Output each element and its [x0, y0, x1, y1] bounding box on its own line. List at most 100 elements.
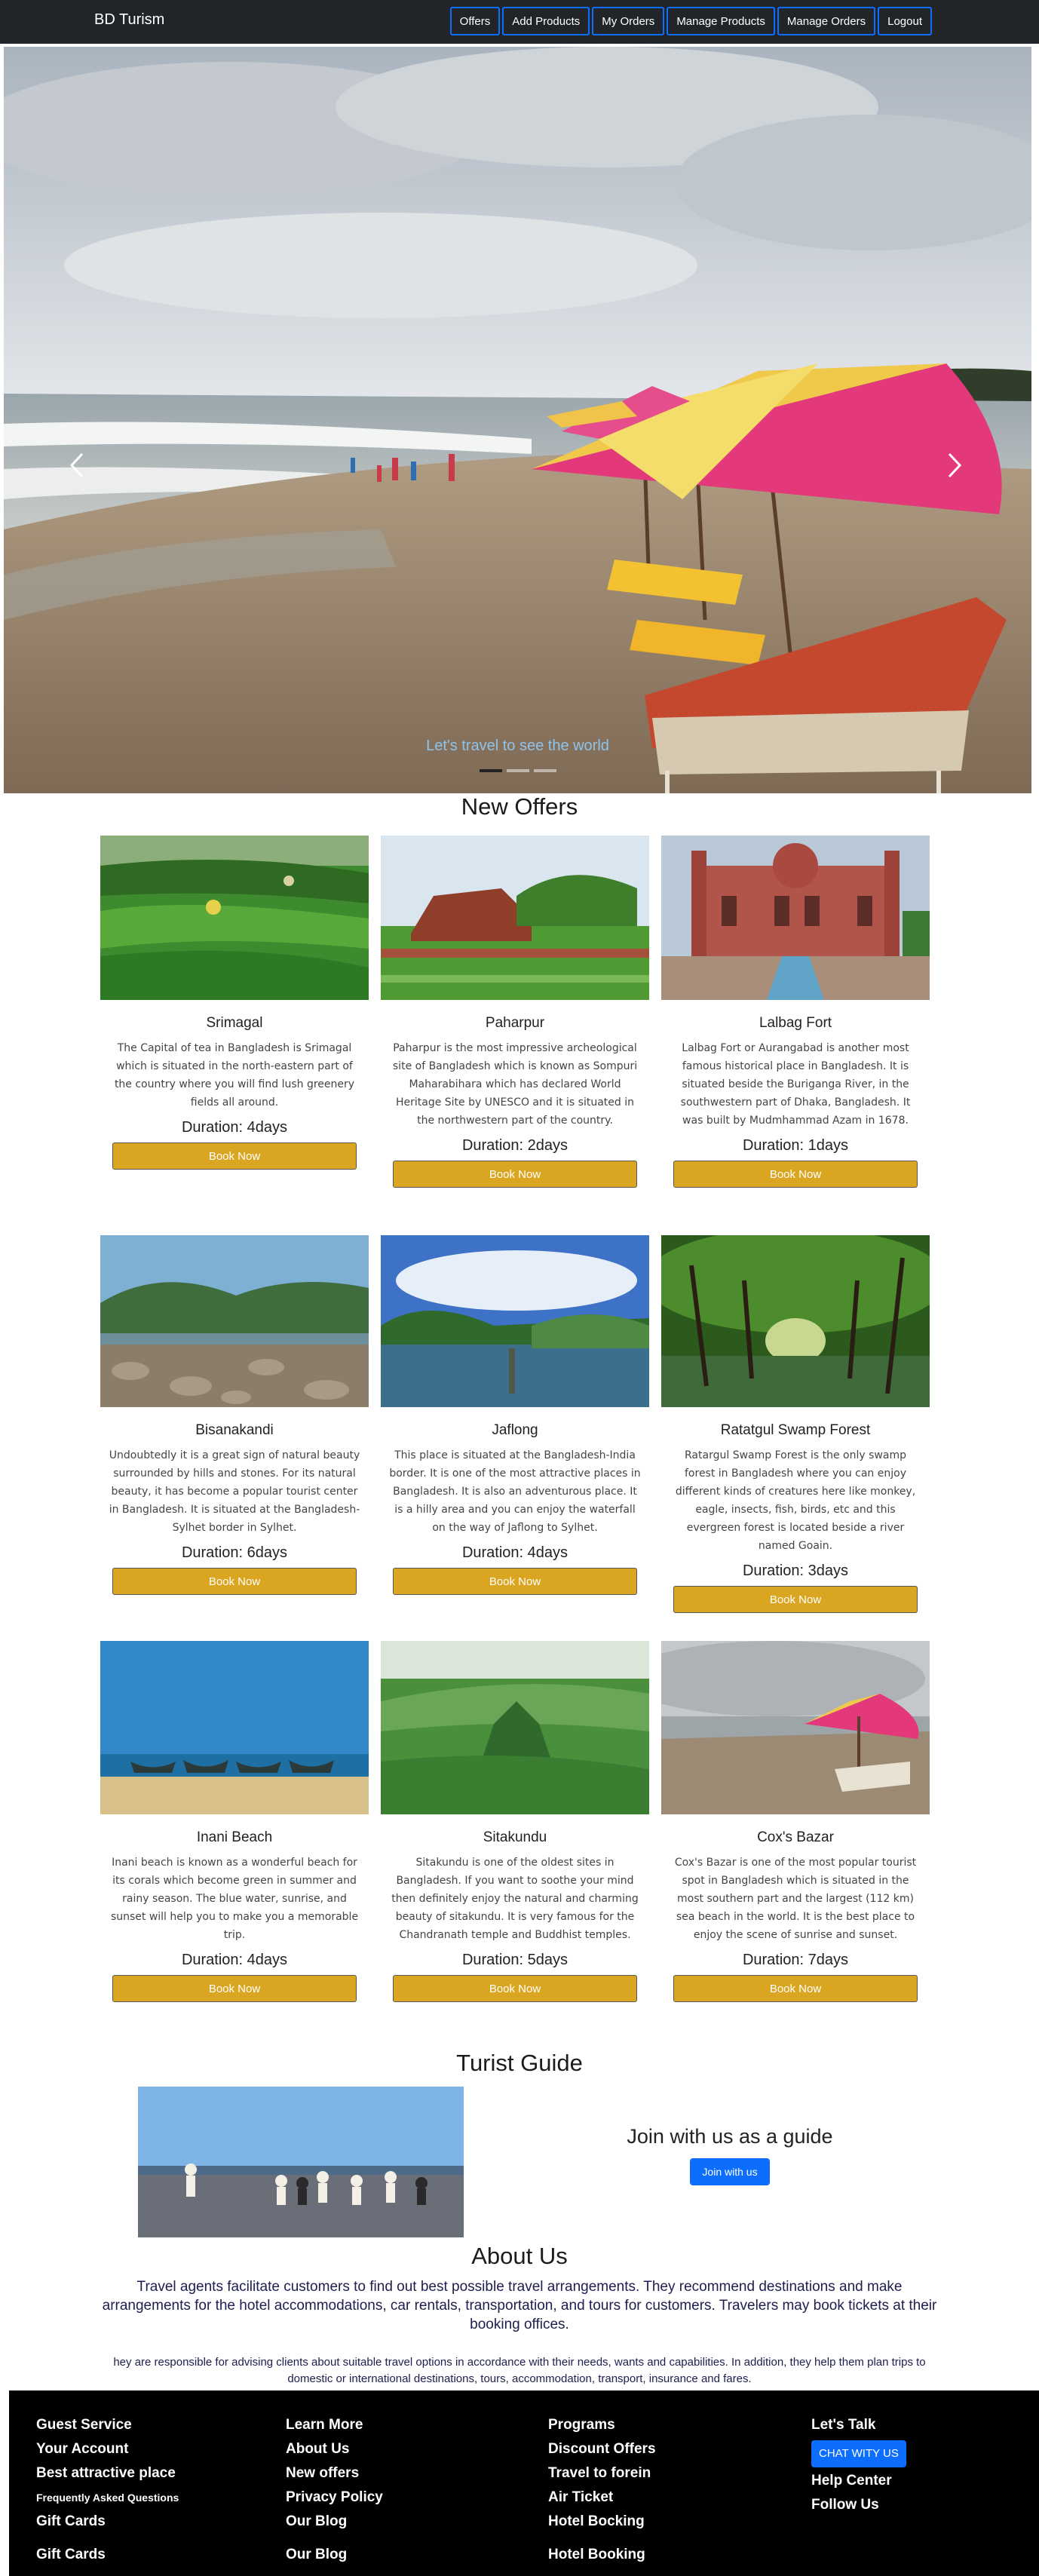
nav-link-logout[interactable]: Logout	[878, 7, 932, 35]
nav-link-manage-products[interactable]: Manage Products	[667, 7, 775, 35]
offer-title: Inani Beach	[196, 1829, 273, 1845]
book-now-button[interactable]: Book Now	[112, 1142, 357, 1170]
footer-link[interactable]: Guest Service	[36, 2413, 179, 2437]
offer-duration: Duration: 4days	[181, 1952, 288, 1968]
about-paragraph: Travel agents facilitate customers to fi…	[102, 2279, 937, 2332]
nav-link-add-products[interactable]: Add Products	[502, 7, 590, 35]
offer-image-coxs-bazar	[661, 1641, 930, 1814]
offer-image-sitakundu	[381, 1641, 649, 1814]
book-now-button[interactable]: Book Now	[673, 1586, 918, 1613]
offer-title: Cox's Bazar	[757, 1829, 834, 1845]
footer-link[interactable]: Travel to forein	[548, 2461, 656, 2486]
footer-column-programs: Programs Discount Offers Travel to forei…	[548, 2413, 656, 2567]
carousel-caption: Let's travel to see the world	[426, 738, 609, 754]
offer-description: Lalbag Fort or Aurangabad is another mos…	[680, 1042, 911, 1127]
footer-link[interactable]: About Us	[286, 2437, 383, 2461]
footer-link[interactable]: Hotel Bocking	[548, 2510, 656, 2534]
footer-column-guest: Guest Service Your Account Best attracti…	[36, 2413, 179, 2567]
brand-logo[interactable]: BD Turism	[94, 11, 164, 29]
offer-description: Ratargul Swamp Forest is the only swamp …	[675, 1449, 916, 1552]
nav-link-my-orders[interactable]: My Orders	[592, 7, 665, 35]
offer-duration: Duration: 1days	[742, 1137, 849, 1154]
guide-group-image	[138, 2087, 464, 2237]
new-offers-title: New Offers	[461, 793, 578, 820]
footer-heading: Let's Talk	[811, 2417, 876, 2433]
footer: Guest Service Your Account Best attracti…	[9, 2390, 1039, 2576]
book-now-button[interactable]: Book Now	[393, 1568, 637, 1595]
about-paragraph: hey are responsible for advising clients…	[113, 2356, 926, 2385]
footer-link[interactable]: Gift Cards	[36, 2543, 179, 2567]
offer-duration: Duration: 4days	[181, 1119, 288, 1136]
offer-description: Undoubtedly it is a great sign of natura…	[109, 1449, 360, 1534]
footer-link[interactable]: Our Blog	[286, 2510, 383, 2534]
carousel-indicator[interactable]	[533, 769, 556, 772]
footer-link[interactable]: Your Account	[36, 2437, 179, 2461]
footer-link[interactable]: Our Blog	[286, 2543, 383, 2567]
footer-link[interactable]: New offers	[286, 2461, 383, 2486]
offer-card: Lalbag Fort Lalbag Fort or Aurangabad is…	[661, 836, 930, 1188]
footer-link[interactable]: Air Ticket	[548, 2486, 656, 2510]
offer-title: Ratatgul Swamp Forest	[720, 1422, 871, 1438]
offer-card: Srimagal The Capital of tea in Banglades…	[100, 836, 369, 1170]
nav-link-manage-orders[interactable]: Manage Orders	[777, 7, 876, 35]
offer-card: Bisanakandi Undoubtedly it is a great si…	[100, 1235, 369, 1595]
offer-image-lalbag-fort	[661, 836, 930, 1000]
carousel-next-icon[interactable]	[939, 446, 969, 484]
footer-link[interactable]: Learn More	[286, 2413, 383, 2437]
carousel-prev-icon[interactable]	[63, 446, 93, 484]
offer-image-jaflong	[381, 1235, 649, 1407]
offer-title: Bisanakandi	[195, 1422, 274, 1438]
offer-description: Paharpur is the most impressive archeolo…	[392, 1042, 638, 1127]
book-now-button[interactable]: Book Now	[673, 1161, 918, 1188]
offer-duration: Duration: 2days	[461, 1137, 569, 1154]
footer-link[interactable]: Help Center	[811, 2469, 906, 2493]
footer-link[interactable]: Follow Us	[811, 2493, 906, 2517]
book-now-button[interactable]: Book Now	[393, 1975, 637, 2002]
offer-duration: Duration: 4days	[461, 1544, 569, 1561]
offer-description: Sitakundu is one of the oldest sites in …	[391, 1857, 639, 1941]
book-now-button[interactable]: Book Now	[112, 1975, 357, 2002]
offer-duration: Duration: 5days	[461, 1952, 569, 1968]
footer-link[interactable]: Discount Offers	[548, 2437, 656, 2461]
carousel-indicator[interactable]	[506, 769, 529, 772]
footer-link[interactable]: Best attractive place	[36, 2461, 179, 2486]
book-now-button[interactable]: Book Now	[673, 1975, 918, 2002]
offer-image-paharpur	[381, 836, 649, 1000]
turist-guide-title: Turist Guide	[456, 2050, 583, 2076]
offer-card: Cox's Bazar Cox's Bazar is one of the mo…	[661, 1641, 930, 2002]
about-us-title: About Us	[471, 2243, 568, 2269]
book-now-button[interactable]: Book Now	[393, 1161, 637, 1188]
offer-title: Sitakundu	[483, 1829, 547, 1845]
offer-card: Jaflong This place is situated at the Ba…	[381, 1235, 649, 1595]
nav-link-offers[interactable]: Offers	[449, 7, 501, 35]
footer-link[interactable]: Hotel Booking	[548, 2543, 656, 2567]
offer-title: Jaflong	[492, 1422, 538, 1438]
offer-card: Inani Beach Inani beach is known as a wo…	[100, 1641, 369, 2002]
offer-description: Inani beach is known as a wonderful beac…	[110, 1857, 359, 1941]
hero-carousel	[4, 47, 1031, 793]
offer-title: Srimagal	[206, 1015, 263, 1031]
offer-title: Lalbag Fort	[759, 1015, 832, 1031]
footer-link[interactable]: Frequently Asked Questions	[36, 2486, 179, 2510]
footer-column-learn: Learn More About Us New offers Privacy P…	[286, 2413, 383, 2567]
footer-link[interactable]: Privacy Policy	[286, 2486, 383, 2510]
chat-with-us-button[interactable]: CHAT WITY US	[811, 2440, 906, 2467]
offer-card: Paharpur Paharpur is the most impressive…	[381, 836, 649, 1188]
nav-links: Offers Add Products My Orders Manage Pro…	[449, 7, 932, 35]
offer-image-inani-beach	[100, 1641, 369, 1814]
carousel-indicator[interactable]	[479, 769, 502, 772]
join-guide-title: Join with us as a guide	[627, 2125, 833, 2148]
footer-column-talk: Let's Talk CHAT WITY US Help Center Foll…	[811, 2413, 906, 2517]
offer-image-bisanakandi	[100, 1235, 369, 1407]
beach-umbrella-image	[4, 47, 1031, 793]
offer-card: Ratatgul Swamp Forest Ratargul Swamp For…	[661, 1235, 930, 1613]
offer-description: Cox's Bazar is one of the most popular t…	[674, 1857, 917, 1941]
offer-image-ratargul-swamp	[661, 1235, 930, 1407]
offer-description: The Capital of tea in Bangladesh is Srim…	[114, 1042, 355, 1109]
footer-link[interactable]: Programs	[548, 2413, 656, 2437]
offer-description: This place is situated at the Bangladesh…	[389, 1449, 641, 1534]
book-now-button[interactable]: Book Now	[112, 1568, 357, 1595]
offer-duration: Duration: 7days	[742, 1952, 849, 1968]
join-with-us-button[interactable]: Join with us	[690, 2158, 770, 2185]
footer-link[interactable]: Gift Cards	[36, 2510, 179, 2534]
